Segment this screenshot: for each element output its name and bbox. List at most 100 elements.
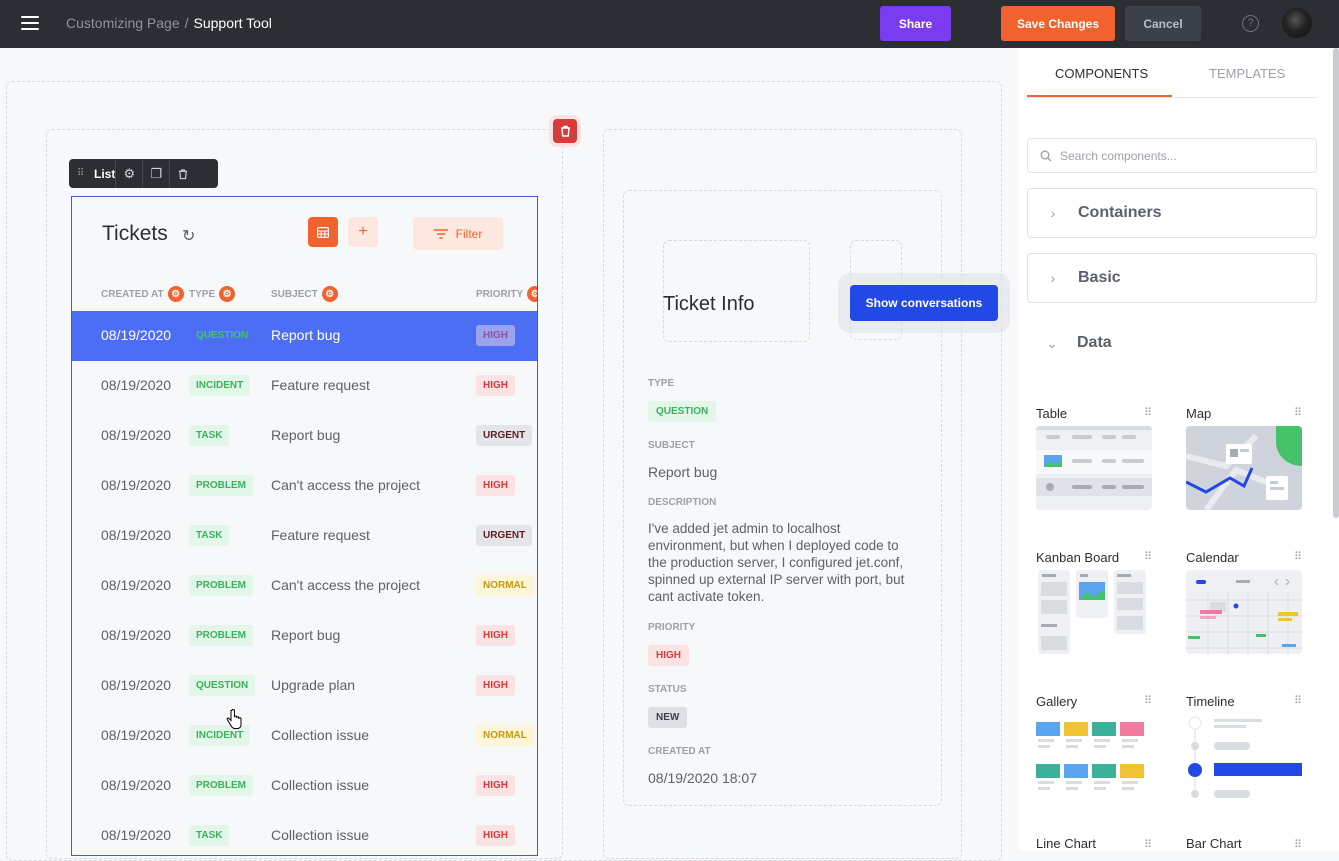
search-input[interactable]: Search components... [1027, 138, 1317, 173]
component-line-chart[interactable]: Line Chart ⠿ [1036, 836, 1152, 856]
component-timeline[interactable]: Timeline ⠿ [1186, 694, 1302, 798]
component-calendar[interactable]: Calendar ⠿ [1186, 550, 1302, 654]
tab-templates[interactable]: TEMPLATES [1209, 66, 1285, 81]
component-label: Table [1036, 406, 1068, 421]
priority-badge: HIGH [476, 475, 515, 496]
cell-subject: Report bug [271, 327, 341, 343]
add-record-button[interactable]: + [348, 217, 378, 247]
calendar-thumbnail [1186, 570, 1302, 654]
type-badge: TASK [189, 525, 230, 546]
table-header: CREATED AT⚙ TYPE⚙ SUBJECT⚙ PRIORITY⚙ [72, 282, 537, 307]
list-toolbar: ⠿ List ⚙ ❐ [69, 159, 218, 188]
column-settings-icon[interactable]: ⚙ [219, 286, 236, 302]
table-thumbnail [1036, 426, 1152, 510]
component-label: Kanban Board [1036, 550, 1120, 565]
timeline-thumbnail [1186, 714, 1302, 798]
drag-handle-icon[interactable]: ⠿ [1294, 694, 1302, 707]
table-row[interactable]: 08/19/2020 QUESTION Report bug HIGH [72, 311, 537, 361]
group-label: Basic [1078, 269, 1121, 286]
drag-handle-icon[interactable]: ⠿ [77, 168, 84, 179]
group-containers[interactable]: › Containers [1027, 188, 1317, 238]
drag-handle-icon[interactable]: ⠿ [1294, 838, 1302, 851]
column-header-type[interactable]: TYPE ⚙ [189, 286, 236, 302]
column-header-subject[interactable]: SUBJECT ⚙ [271, 286, 338, 302]
tab-components[interactable]: COMPONENTS [1055, 66, 1148, 81]
cell-subject: Feature request [271, 377, 370, 393]
field-value-created-at: 08/19/2020 18:07 [648, 770, 757, 786]
group-basic[interactable]: › Basic [1027, 253, 1317, 303]
cell-created-at: 08/19/2020 [101, 377, 172, 393]
tickets-title: Tickets [102, 222, 168, 245]
table-row[interactable]: 08/19/2020 INCIDENT Feature request HIGH [72, 361, 537, 411]
group-label: Data [1077, 334, 1112, 351]
menu-icon[interactable] [21, 16, 39, 30]
save-changes-button[interactable]: Save Changes [1001, 6, 1115, 41]
group-label: Containers [1078, 204, 1162, 221]
cell-subject: Can't access the project [271, 477, 420, 493]
duplicate-icon[interactable]: ❐ [142, 159, 169, 188]
table-row[interactable]: 08/19/2020 QUESTION Upgrade plan HIGH [72, 661, 537, 711]
group-data[interactable]: ⌄ Data [1027, 318, 1317, 368]
column-settings-icon[interactable]: ⚙ [321, 286, 338, 302]
column-header-created-at[interactable]: CREATED AT ⚙ [101, 286, 184, 302]
cancel-button[interactable]: Cancel [1125, 6, 1201, 41]
table-icon [317, 226, 329, 238]
table-row[interactable]: 08/19/2020 PROBLEM Can't access the proj… [72, 461, 537, 511]
component-gallery[interactable]: Gallery ⠿ [1036, 694, 1152, 798]
kanban-thumbnail [1036, 570, 1152, 654]
field-value-description: I've added jet admin to localhost enviro… [648, 521, 905, 604]
delete-icon[interactable] [169, 159, 196, 188]
refresh-icon[interactable]: ↻ [182, 226, 195, 246]
drag-handle-icon[interactable]: ⠿ [1144, 838, 1152, 851]
component-label: Gallery [1036, 694, 1078, 709]
delete-column-button[interactable] [553, 119, 577, 143]
table-row[interactable]: 08/19/2020 PROBLEM Can't access the proj… [72, 561, 537, 611]
component-bar-chart[interactable]: Bar Chart ⠿ [1186, 836, 1302, 856]
search-placeholder: Search components... [1060, 148, 1177, 163]
cell-subject: Feature request [271, 527, 370, 543]
table-row[interactable]: 08/19/2020 TASK Collection issue HIGH [72, 811, 537, 855]
tickets-list: Tickets ↻ + Filter CREATED AT ⚙ TYPE ⚙ SUB… [71, 196, 538, 856]
chevron-right-icon: › [1050, 270, 1056, 286]
table-row[interactable]: 08/19/2020 INCIDENT Collection issue NOR… [72, 711, 537, 761]
type-badge: QUESTION [648, 401, 717, 422]
column-settings-icon[interactable]: ⚙ [167, 286, 184, 302]
type-badge: PROBLEM [189, 625, 253, 646]
priority-badge: HIGH [648, 645, 689, 666]
component-kanban-board[interactable]: Kanban Board ⠿ [1036, 550, 1152, 654]
drag-handle-icon[interactable]: ⠿ [1144, 406, 1152, 419]
table-row[interactable]: 08/19/2020 TASK Report bug URGENT [72, 411, 537, 461]
type-badge: INCIDENT [189, 375, 251, 396]
filter-button[interactable]: Filter [413, 217, 503, 250]
drag-handle-icon[interactable]: ⠿ [1144, 550, 1152, 563]
table-row[interactable]: 08/19/2020 PROBLEM Report bug HIGH [72, 611, 537, 661]
sidebar-scrollbar[interactable] [1333, 48, 1339, 518]
top-bar: Customizing Page / Support Tool Share Save… [0, 0, 1339, 48]
cell-subject: Can't access the project [271, 577, 420, 593]
column-header-priority[interactable]: PRIORITY⚙ [476, 286, 537, 302]
component-table[interactable]: Table ⠿ [1036, 406, 1152, 510]
column-settings-icon[interactable]: ⚙ [527, 286, 537, 302]
drag-handle-icon[interactable]: ⠿ [1294, 550, 1302, 563]
table-view-button[interactable] [308, 217, 338, 247]
map-thumbnail [1186, 426, 1302, 510]
breadcrumb: Customizing Page / Support Tool [66, 15, 272, 31]
cell-created-at: 08/19/2020 [101, 327, 172, 343]
settings-icon[interactable]: ⚙ [115, 159, 142, 188]
table-row[interactable]: 08/19/2020 TASK Feature request URGENT [72, 511, 537, 561]
drag-handle-icon[interactable]: ⠿ [1144, 694, 1152, 707]
avatar[interactable] [1282, 8, 1312, 38]
component-label: Bar Chart [1186, 836, 1242, 851]
breadcrumb-parent[interactable]: Customizing Page [66, 15, 180, 31]
priority-badge: URGENT [476, 425, 533, 446]
search-icon [1040, 150, 1052, 161]
status-badge: NEW [648, 707, 688, 728]
help-icon[interactable]: ? [1242, 15, 1259, 32]
table-row[interactable]: 08/19/2020 PROBLEM Collection issue HIGH [72, 761, 537, 811]
share-button[interactable]: Share [880, 6, 951, 41]
component-map[interactable]: Map ⠿ [1186, 406, 1302, 510]
show-conversations-button[interactable]: Show conversations [850, 285, 998, 321]
field-label-type: TYPE [648, 378, 675, 389]
drag-handle-icon[interactable]: ⠿ [1294, 406, 1302, 419]
cell-subject: Collection issue [271, 827, 370, 843]
